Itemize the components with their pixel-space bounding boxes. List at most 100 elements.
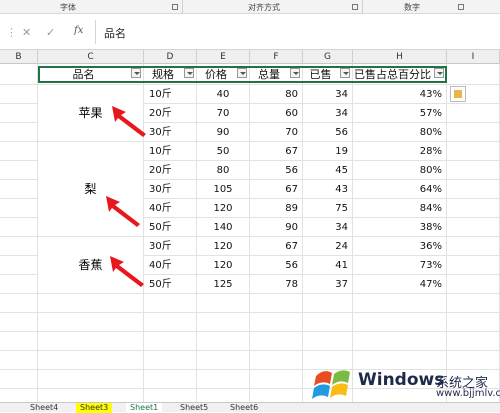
table-cell[interactable]: 10斤 bbox=[144, 85, 197, 104]
table-cell[interactable]: 73% bbox=[353, 256, 447, 275]
empty-cell[interactable] bbox=[197, 370, 250, 389]
table-cell[interactable]: 80 bbox=[197, 161, 250, 180]
empty-cell[interactable] bbox=[0, 104, 38, 123]
empty-cell[interactable] bbox=[144, 313, 197, 332]
table-cell[interactable]: 80% bbox=[353, 161, 447, 180]
empty-cell[interactable] bbox=[197, 294, 250, 313]
table-cell[interactable]: 64% bbox=[353, 180, 447, 199]
table-cell[interactable]: 67 bbox=[250, 237, 303, 256]
formula-input[interactable]: 品名 bbox=[104, 25, 126, 41]
table-cell[interactable]: 80 bbox=[250, 85, 303, 104]
empty-cell[interactable] bbox=[353, 313, 447, 332]
empty-cell[interactable] bbox=[447, 123, 500, 142]
empty-cell[interactable] bbox=[38, 370, 144, 389]
empty-cell[interactable] bbox=[250, 370, 303, 389]
empty-cell[interactable] bbox=[447, 313, 500, 332]
empty-cell[interactable] bbox=[447, 199, 500, 218]
table-cell[interactable]: 40斤 bbox=[144, 199, 197, 218]
empty-cell[interactable] bbox=[0, 237, 38, 256]
empty-cell[interactable] bbox=[144, 351, 197, 370]
table-cell[interactable]: 60 bbox=[250, 104, 303, 123]
empty-cell[interactable] bbox=[0, 64, 38, 85]
table-cell[interactable]: 30斤 bbox=[144, 123, 197, 142]
table-cell[interactable]: 120 bbox=[197, 199, 250, 218]
empty-cell[interactable] bbox=[0, 161, 38, 180]
table-cell[interactable]: 120 bbox=[197, 237, 250, 256]
empty-cell[interactable] bbox=[447, 256, 500, 275]
empty-cell[interactable] bbox=[250, 351, 303, 370]
table-cell[interactable]: 40斤 bbox=[144, 256, 197, 275]
empty-cell[interactable] bbox=[38, 313, 144, 332]
table-cell[interactable]: 43% bbox=[353, 85, 447, 104]
table-cell[interactable]: 36% bbox=[353, 237, 447, 256]
number-dialog-launcher-icon[interactable] bbox=[458, 4, 464, 10]
empty-cell[interactable] bbox=[447, 237, 500, 256]
column-header-h[interactable]: H bbox=[353, 50, 447, 64]
empty-cell[interactable] bbox=[144, 332, 197, 351]
table-cell[interactable]: 34 bbox=[303, 218, 353, 237]
empty-cell[interactable] bbox=[38, 351, 144, 370]
empty-cell[interactable] bbox=[447, 294, 500, 313]
table-cell[interactable]: 78 bbox=[250, 275, 303, 294]
table-cell[interactable]: 40 bbox=[197, 85, 250, 104]
confirm-icon[interactable]: ✓ bbox=[46, 26, 55, 39]
table-cell[interactable]: 20斤 bbox=[144, 104, 197, 123]
empty-cell[interactable] bbox=[0, 256, 38, 275]
column-header-c[interactable]: C bbox=[38, 50, 144, 64]
table-cell[interactable]: 125 bbox=[197, 275, 250, 294]
table-cell[interactable]: 50 bbox=[197, 142, 250, 161]
table-cell[interactable]: 105 bbox=[197, 180, 250, 199]
table-cell[interactable]: 34 bbox=[303, 85, 353, 104]
table-cell[interactable]: 57% bbox=[353, 104, 447, 123]
empty-cell[interactable] bbox=[447, 180, 500, 199]
empty-cell[interactable] bbox=[303, 313, 353, 332]
table-cell[interactable]: 56 bbox=[250, 161, 303, 180]
table-cell[interactable]: 43 bbox=[303, 180, 353, 199]
empty-cell[interactable] bbox=[0, 123, 38, 142]
empty-cell[interactable] bbox=[144, 294, 197, 313]
empty-cell[interactable] bbox=[303, 294, 353, 313]
table-cell[interactable]: 37 bbox=[303, 275, 353, 294]
empty-cell[interactable] bbox=[0, 180, 38, 199]
table-cell[interactable]: 38% bbox=[353, 218, 447, 237]
empty-cell[interactable] bbox=[0, 275, 38, 294]
empty-cell[interactable] bbox=[303, 332, 353, 351]
empty-cell[interactable] bbox=[0, 85, 38, 104]
table-cell[interactable]: 34 bbox=[303, 104, 353, 123]
empty-cell[interactable] bbox=[447, 332, 500, 351]
empty-cell[interactable] bbox=[0, 332, 38, 351]
name-box-dropdown-icon[interactable]: ⋮ bbox=[6, 26, 17, 39]
empty-cell[interactable] bbox=[0, 294, 38, 313]
column-header-g[interactable]: G bbox=[303, 50, 353, 64]
empty-cell[interactable] bbox=[447, 161, 500, 180]
empty-cell[interactable] bbox=[197, 351, 250, 370]
empty-cell[interactable] bbox=[197, 332, 250, 351]
table-cell[interactable]: 28% bbox=[353, 142, 447, 161]
table-cell[interactable]: 41 bbox=[303, 256, 353, 275]
empty-cell[interactable] bbox=[0, 142, 38, 161]
spreadsheet-grid[interactable]: 品名 规格 价格 总量 已售 已售占总百分比 苹果梨香蕉 10斤 40 80 34 43% 20斤 70 6… bbox=[0, 64, 500, 408]
table-cell[interactable]: 67 bbox=[250, 142, 303, 161]
column-header-e[interactable]: E bbox=[197, 50, 250, 64]
alignment-dialog-launcher-icon[interactable] bbox=[352, 4, 358, 10]
paste-options-icon[interactable] bbox=[450, 86, 466, 102]
table-cell[interactable]: 50斤 bbox=[144, 218, 197, 237]
column-header-b[interactable]: B bbox=[0, 50, 38, 64]
column-header-d[interactable]: D bbox=[144, 50, 197, 64]
column-header-f[interactable]: F bbox=[250, 50, 303, 64]
table-cell[interactable]: 30斤 bbox=[144, 237, 197, 256]
column-header-i[interactable]: I bbox=[447, 50, 500, 64]
empty-cell[interactable] bbox=[0, 218, 38, 237]
table-cell[interactable]: 90 bbox=[197, 123, 250, 142]
table-cell[interactable]: 20斤 bbox=[144, 161, 197, 180]
table-cell[interactable]: 70 bbox=[250, 123, 303, 142]
table-cell[interactable]: 19 bbox=[303, 142, 353, 161]
table-cell[interactable]: 56 bbox=[250, 256, 303, 275]
cancel-icon[interactable]: ✕ bbox=[22, 26, 31, 39]
empty-cell[interactable] bbox=[447, 218, 500, 237]
empty-cell[interactable] bbox=[447, 104, 500, 123]
table-cell[interactable]: 45 bbox=[303, 161, 353, 180]
table-cell[interactable]: 24 bbox=[303, 237, 353, 256]
empty-cell[interactable] bbox=[197, 313, 250, 332]
empty-cell[interactable] bbox=[0, 199, 38, 218]
